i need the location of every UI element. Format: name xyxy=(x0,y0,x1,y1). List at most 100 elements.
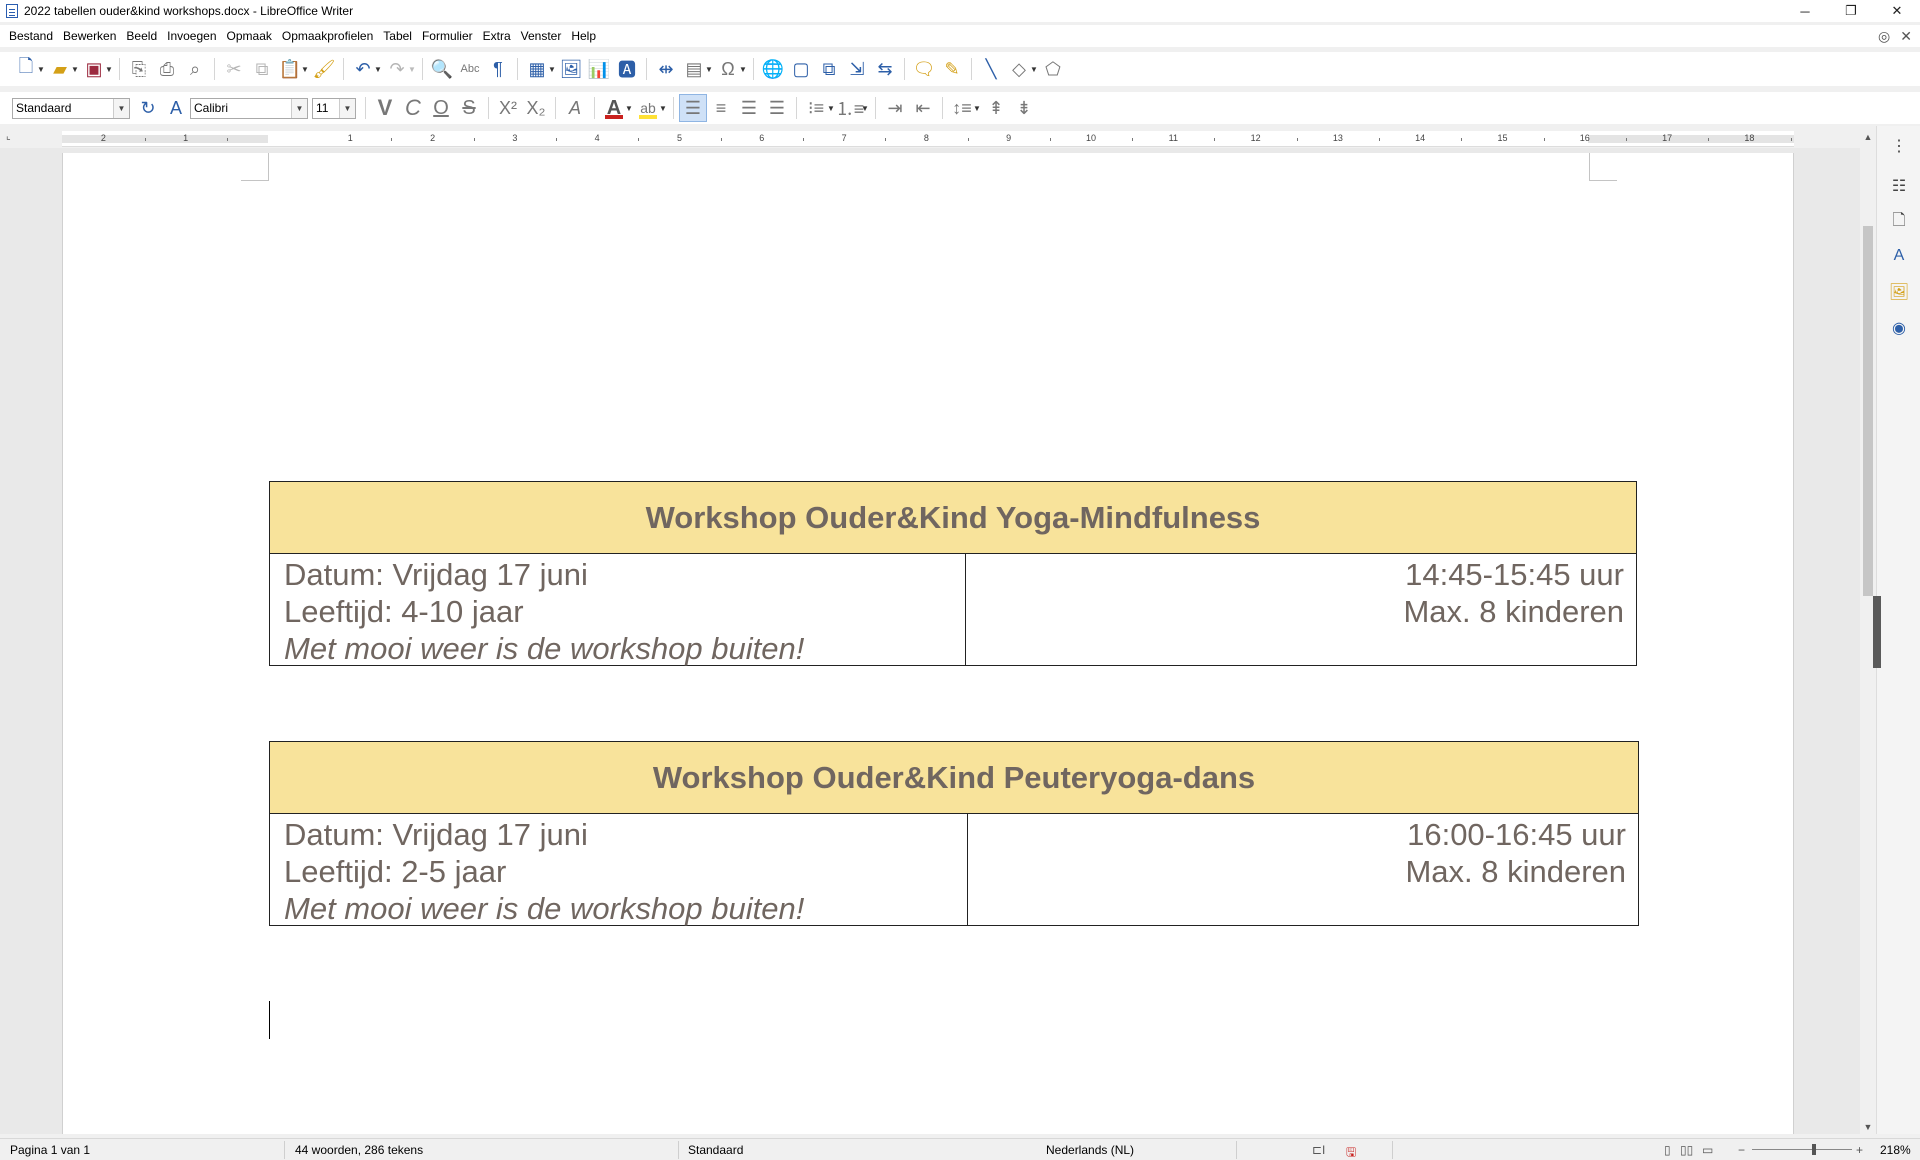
document-page[interactable]: Workshop Ouder&Kind Yoga-Mindfulness Dat… xyxy=(62,153,1794,1134)
tab-stop-selector-icon[interactable]: ⌞ xyxy=(6,131,11,142)
track-changes-icon[interactable]: ✎ xyxy=(938,55,966,83)
clone-formatting-icon[interactable]: 🖌 xyxy=(310,55,338,83)
sidebar-collapse-handle[interactable] xyxy=(1873,596,1881,668)
chevron-down-icon[interactable]: ▼ xyxy=(291,98,307,118)
styles-icon[interactable]: A xyxy=(1887,244,1911,268)
menu-opmaakprofielen[interactable]: Opmaakprofielen xyxy=(277,29,378,43)
page-style[interactable]: Standaard xyxy=(688,1143,743,1157)
menu-extra[interactable]: Extra xyxy=(478,29,516,43)
open-folder-icon[interactable]: ▰ xyxy=(46,55,74,83)
cross-reference-icon[interactable]: ⇆ xyxy=(871,55,899,83)
sidebar-menu-icon[interactable]: ⋮ xyxy=(1887,134,1911,158)
align-right-button[interactable]: ☰ xyxy=(735,94,763,122)
chevron-down-icon[interactable]: ▼ xyxy=(339,98,355,118)
footnote-icon[interactable]: ▢ xyxy=(787,55,815,83)
menu-tabel[interactable]: Tabel xyxy=(378,29,417,43)
redo-icon[interactable]: ↷ xyxy=(383,55,411,83)
table-header-cell[interactable]: Workshop Ouder&Kind Yoga-Mindfulness xyxy=(270,482,1636,554)
table-right-cell[interactable]: 14:45-15:45 uur Max. 8 kinderen xyxy=(966,554,1636,665)
new-style-icon[interactable]: A xyxy=(162,94,190,122)
font-name-combo[interactable]: Calibri ▼ xyxy=(190,97,308,119)
menu-beeld[interactable]: Beeld xyxy=(121,29,162,43)
horizontal-ruler[interactable]: ⌞ 2 1 1 2 3 4 5 6 7 8 9 10 11 12 13 14 15 16 17 18 xyxy=(6,131,1794,147)
line-spacing-icon[interactable]: ↕≡ xyxy=(948,94,976,122)
hyperlink-icon[interactable]: 🌐 xyxy=(759,55,787,83)
copy-icon[interactable]: ⧉ xyxy=(248,55,276,83)
insert-line-icon[interactable]: ╲ xyxy=(977,55,1005,83)
decrease-indent-icon[interactable]: ⇤ xyxy=(909,94,937,122)
align-left-button[interactable]: ☰ xyxy=(679,94,707,122)
insert-image-icon[interactable]: 🖼 xyxy=(557,55,585,83)
minimize-button[interactable]: ─ xyxy=(1782,0,1828,22)
undo-icon[interactable]: ↶ xyxy=(349,55,377,83)
chevron-down-icon[interactable]: ▼ xyxy=(113,98,129,118)
scroll-down-icon[interactable]: ▼ xyxy=(1860,1120,1876,1134)
close-button[interactable]: ✕ xyxy=(1874,0,1920,22)
menu-help[interactable]: Help xyxy=(566,29,601,43)
menu-bestand[interactable]: Bestand xyxy=(4,29,58,43)
ordered-list-icon[interactable]: ⒈≡ xyxy=(836,94,865,122)
font-size-combo[interactable]: 11 ▼ xyxy=(312,97,356,119)
menu-venster[interactable]: Venster xyxy=(516,29,567,43)
italic-button[interactable]: C xyxy=(399,94,427,122)
increase-indent-icon[interactable]: ⇥ xyxy=(881,94,909,122)
menu-bewerken[interactable]: Bewerken xyxy=(58,29,121,43)
endnote-icon[interactable]: ⧉ xyxy=(815,55,843,83)
superscript-icon[interactable]: X² xyxy=(494,94,522,122)
find-replace-icon[interactable]: 🔍 xyxy=(428,55,456,83)
zoom-in-icon[interactable]: + xyxy=(1856,1143,1863,1157)
table-header-cell[interactable]: Workshop Ouder&Kind Peuteryoga-dans xyxy=(270,742,1638,814)
insert-field-icon[interactable]: ▤ xyxy=(680,55,708,83)
document-modified-icon[interactable]: 🖫 xyxy=(1346,1143,1356,1160)
scrollbar-thumb[interactable] xyxy=(1863,226,1873,596)
table-right-cell[interactable]: 16:00-16:45 uur Max. 8 kinderen xyxy=(968,814,1638,925)
page-icon[interactable]: 🗋 xyxy=(1887,210,1911,234)
comment-icon[interactable]: 🗨 xyxy=(910,55,938,83)
scroll-up-icon[interactable]: ▲ xyxy=(1860,130,1876,144)
decrease-paragraph-spacing-icon[interactable]: ⇟ xyxy=(1010,94,1038,122)
spelling-icon[interactable]: Abc xyxy=(456,55,484,83)
restore-button[interactable]: ❐ xyxy=(1828,0,1874,22)
globe-icon[interactable]: ◎ xyxy=(1878,28,1890,45)
zoom-out-icon[interactable]: − xyxy=(1738,1143,1745,1157)
highlight-color-icon[interactable]: ab xyxy=(634,94,662,122)
workshop-table[interactable]: Workshop Ouder&Kind Peuteryoga-dans Datu… xyxy=(269,741,1639,926)
menu-formulier[interactable]: Formulier xyxy=(417,29,478,43)
document-area[interactable]: Workshop Ouder&Kind Yoga-Mindfulness Dat… xyxy=(0,148,1860,1134)
insert-table-icon[interactable]: ▦ xyxy=(523,55,551,83)
zoom-slider-thumb[interactable] xyxy=(1812,1144,1816,1155)
menu-invoegen[interactable]: Invoegen xyxy=(162,29,221,43)
paste-icon[interactable]: 📋 xyxy=(276,55,304,83)
insert-textbox-icon[interactable]: 🅰 xyxy=(613,55,641,83)
increase-paragraph-spacing-icon[interactable]: ⇞ xyxy=(982,94,1010,122)
print-preview-icon[interactable]: ⌕ xyxy=(181,55,209,83)
draw-functions-icon[interactable]: ⬠ xyxy=(1039,55,1067,83)
bold-button[interactable]: V xyxy=(371,94,399,122)
font-color-icon[interactable]: A xyxy=(600,94,628,122)
page-break-icon[interactable]: ⇹ xyxy=(652,55,680,83)
save-icon[interactable]: ▣ xyxy=(80,55,108,83)
close-document-icon[interactable]: ✕ xyxy=(1900,28,1912,45)
clear-formatting-icon[interactable]: A xyxy=(561,94,589,122)
table-left-cell[interactable]: Datum: Vrijdag 17 juni Leeftijd: 4-10 ja… xyxy=(270,554,966,666)
zoom-slider[interactable] xyxy=(1752,1149,1852,1150)
navigator-icon[interactable]: ◉ xyxy=(1887,316,1911,340)
word-count[interactable]: 44 woorden, 286 tekens xyxy=(295,1143,423,1157)
align-center-button[interactable]: ≡ xyxy=(707,94,735,122)
language[interactable]: Nederlands (NL) xyxy=(1046,1143,1134,1157)
selection-mode-icon[interactable]: ⊏I xyxy=(1312,1143,1325,1157)
menu-opmaak[interactable]: Opmaak xyxy=(222,29,277,43)
basic-shapes-icon[interactable]: ◇ xyxy=(1005,55,1033,83)
strikethrough-button[interactable]: S xyxy=(455,94,483,122)
gallery-icon[interactable]: 🖼 xyxy=(1887,280,1911,304)
unordered-list-icon[interactable]: ⁝≡ xyxy=(802,94,830,122)
table-left-cell[interactable]: Datum: Vrijdag 17 juni Leeftijd: 2-5 jaa… xyxy=(270,814,968,926)
insert-chart-icon[interactable]: 📊 xyxy=(585,55,613,83)
page-count[interactable]: Pagina 1 van 1 xyxy=(10,1143,90,1157)
zoom-level[interactable]: 218% xyxy=(1880,1143,1911,1157)
export-pdf-icon[interactable]: ⎘ xyxy=(125,55,153,83)
bookmark-icon[interactable]: ⇲ xyxy=(843,55,871,83)
paragraph-style-combo[interactable]: Standaard ▼ xyxy=(12,97,130,119)
justify-button[interactable]: ☰ xyxy=(763,94,791,122)
underline-button[interactable]: O xyxy=(427,94,455,122)
